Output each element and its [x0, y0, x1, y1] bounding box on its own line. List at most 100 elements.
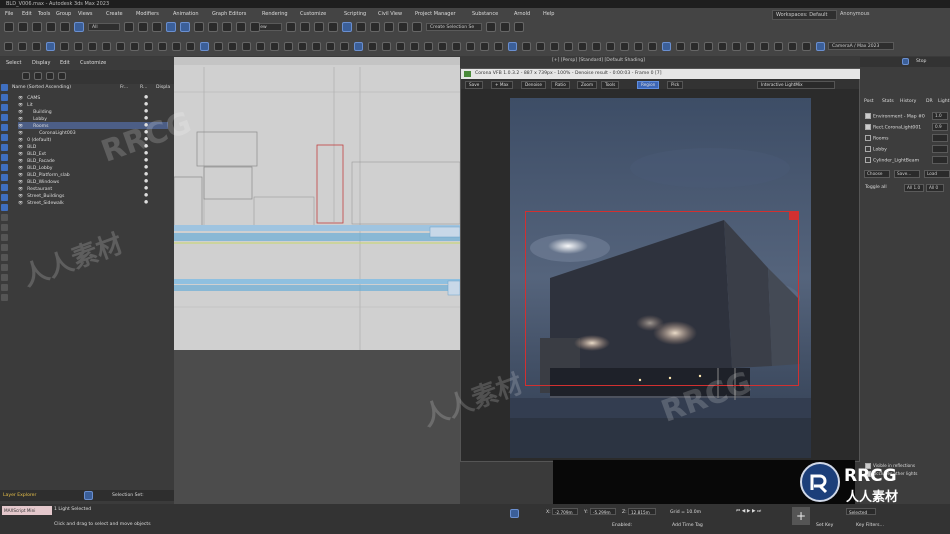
schematic-icon[interactable] [384, 22, 394, 32]
vfb-denoise-button[interactable]: Denoise [521, 81, 546, 89]
layer-row[interactable]: 👁 Building ● [18, 108, 168, 115]
checkbox-icon[interactable] [865, 124, 871, 130]
ribbon-tool-6-icon[interactable] [88, 42, 97, 51]
explorer-filter-13-icon[interactable] [1, 214, 8, 221]
menu-project-manager[interactable]: Project Manager [415, 11, 456, 17]
ribbon-tool-43-icon[interactable] [606, 42, 615, 51]
ribbon-tool-50-icon[interactable] [704, 42, 713, 51]
ribbon-tool-29-icon[interactable] [410, 42, 419, 51]
ribbon-tool-35-icon[interactable] [494, 42, 503, 51]
tab-edit[interactable]: Edit [60, 60, 70, 66]
toggle-all-zero-button[interactable]: All 0 [926, 184, 944, 192]
vfb-save-button[interactable]: Save [465, 81, 484, 89]
menu-edit[interactable]: Edit [22, 11, 32, 17]
explorer-filter-18-icon[interactable] [1, 264, 8, 271]
goto-end-icon[interactable]: ⏭ [757, 509, 761, 514]
tab-display[interactable]: Display [32, 60, 50, 66]
next-frame-icon[interactable]: ▶ [752, 509, 756, 514]
render-toggle-icon[interactable]: ● [144, 185, 148, 192]
add-time-tag[interactable]: Add Time Tag [672, 523, 703, 528]
ribbon-tool-42-icon[interactable] [592, 42, 601, 51]
ribbon-tool-25-icon[interactable] [354, 42, 363, 51]
ribbon-tool-10-icon[interactable] [144, 42, 153, 51]
column-header-display[interactable]: Displa [156, 85, 170, 90]
rect-region-icon[interactable] [138, 22, 148, 32]
layer-row[interactable]: 👁 Lit ● [18, 101, 168, 108]
ribbon-tool-47-icon[interactable] [662, 42, 671, 51]
explorer-filter-21-icon[interactable] [1, 294, 8, 301]
menu-help[interactable]: Help [543, 11, 554, 17]
ribbon-tool-1-icon[interactable] [18, 42, 27, 51]
ribbon-tool-30-icon[interactable] [424, 42, 433, 51]
eye-icon[interactable]: 👁 [18, 158, 23, 163]
rotate-icon[interactable] [180, 22, 190, 32]
empty-viewport-area[interactable] [174, 350, 460, 504]
layer-explorer-toggle-icon[interactable] [84, 491, 93, 500]
undo-icon[interactable] [4, 22, 14, 32]
explorer-filter-16-icon[interactable] [1, 244, 8, 251]
render-toggle-icon[interactable]: ● [144, 199, 148, 206]
tab-select[interactable]: Select [6, 60, 21, 66]
layer-row[interactable]: 👁 Restaurant ● [18, 185, 168, 192]
render-toggle-icon[interactable]: ● [144, 164, 148, 171]
render-frame-icon[interactable] [486, 22, 496, 32]
material-editor-icon[interactable] [398, 22, 408, 32]
ribbon-tool-26-icon[interactable] [368, 42, 377, 51]
scale-icon[interactable] [194, 22, 204, 32]
eye-icon[interactable]: 👁 [18, 200, 23, 205]
region-handle-icon[interactable] [789, 211, 798, 220]
explorer-filter-9-icon[interactable] [1, 174, 8, 181]
checkbox-icon[interactable] [865, 113, 871, 119]
eye-icon[interactable]: 👁 [18, 151, 23, 156]
vfb-max-button[interactable]: + Max [491, 81, 513, 89]
eye-icon[interactable]: 👁 [18, 165, 23, 170]
lightmix-row[interactable]: Rect.CoronaLight001 [865, 124, 921, 131]
ribbon-tool-14-icon[interactable] [200, 42, 209, 51]
ribbon-tool-57-icon[interactable] [802, 42, 811, 51]
ribbon-tool-11-icon[interactable] [158, 42, 167, 51]
eye-icon[interactable]: 👁 [18, 116, 23, 121]
ribbon-tool-15-icon[interactable] [214, 42, 223, 51]
vfb-pick-button[interactable]: Pick [667, 81, 684, 89]
lightmix-choose-button[interactable]: Choose [864, 170, 890, 178]
column-header-frozen[interactable]: Fr... [120, 85, 128, 90]
menu-arnold[interactable]: Arnold [514, 11, 530, 17]
render-toggle-icon[interactable]: ● [144, 108, 148, 115]
render-toggle-icon[interactable]: ● [144, 157, 148, 164]
tab-dr[interactable]: DR [926, 99, 933, 104]
curve-editor-icon[interactable] [370, 22, 380, 32]
explorer-filter-8-icon[interactable] [1, 164, 8, 171]
lightmix-intensity-field[interactable] [932, 145, 948, 153]
play-icon[interactable]: ▶ [747, 509, 751, 514]
layer-row[interactable]: 👁 BLD_Windows ● [18, 178, 168, 185]
ribbon-tool-58-icon[interactable] [816, 42, 825, 51]
ribbon-tool-12-icon[interactable] [172, 42, 181, 51]
x-coordinate[interactable]: -2.709m [552, 508, 578, 515]
ribbon-tool-37-icon[interactable] [522, 42, 531, 51]
ribbon-tool-56-icon[interactable] [788, 42, 797, 51]
explorer-filter-19-icon[interactable] [1, 274, 8, 281]
stop-icon[interactable] [902, 58, 909, 65]
eye-icon[interactable]: 👁 [18, 179, 23, 184]
checkbox-icon[interactable] [865, 135, 871, 141]
tab-history[interactable]: History [900, 99, 916, 104]
explorer-filter-15-icon[interactable] [1, 234, 8, 241]
layer-row[interactable]: 👁 BLD_Lobby ● [18, 164, 168, 171]
lock-selection-icon[interactable] [510, 509, 519, 518]
menu-scripting[interactable]: Scripting [344, 11, 366, 17]
named-selection-dropdown[interactable]: Create Selection Se [426, 23, 482, 31]
checkbox-icon[interactable] [865, 157, 871, 163]
left-viewport[interactable]: [+] [Left] [Standard] [Default Shading] [174, 57, 460, 350]
ribbon-tool-3-icon[interactable] [46, 42, 55, 51]
ribbon-tool-0-icon[interactable] [4, 42, 13, 51]
render-region-box[interactable] [525, 211, 799, 386]
pivot-icon[interactable] [222, 22, 232, 32]
column-header-name[interactable]: Name (Sorted Ascending) [12, 85, 71, 90]
unlink-icon[interactable] [46, 22, 56, 32]
set-key-label[interactable]: Set Key [816, 523, 833, 528]
render-toggle-icon[interactable]: ● [144, 94, 148, 101]
lightmix-row[interactable]: Environment - Map #0 [865, 113, 925, 120]
lightmix-row[interactable]: Cylinder_LightBeam [865, 157, 919, 164]
eye-icon[interactable]: 👁 [18, 130, 23, 135]
ribbon-tool-52-icon[interactable] [732, 42, 741, 51]
